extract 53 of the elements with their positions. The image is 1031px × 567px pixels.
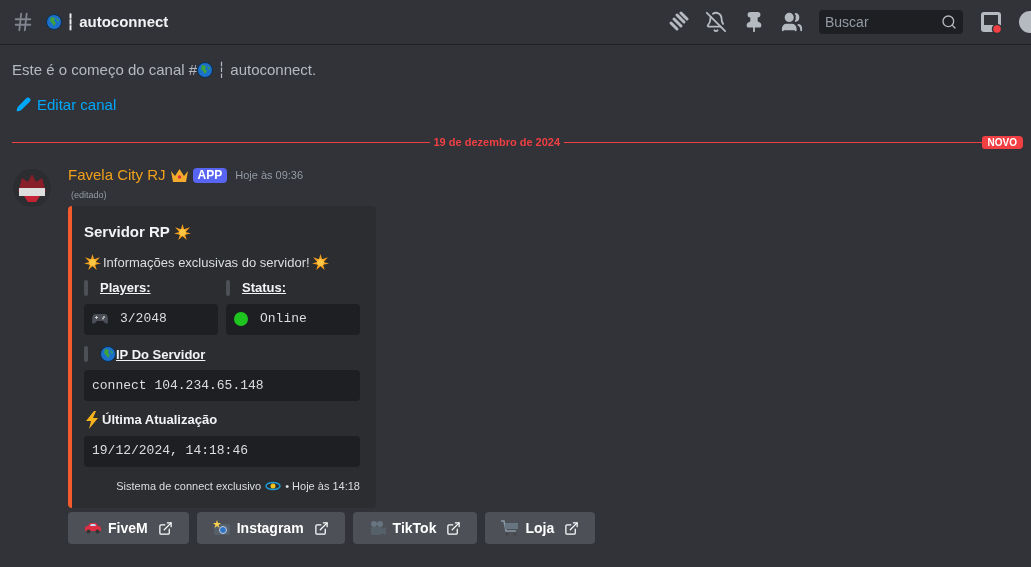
- inbox-icon[interactable]: [979, 10, 1003, 34]
- threads-icon[interactable]: [667, 11, 689, 33]
- update-value: 19/12/2024, 14:18:46: [92, 442, 249, 461]
- footer-time: • Hoje às 14:18: [285, 478, 360, 494]
- search-icon: [941, 14, 957, 30]
- field-value: Online: [260, 310, 307, 329]
- link-button[interactable]: TikTok: [352, 512, 478, 544]
- link-button[interactable]: FiveM: [68, 512, 189, 544]
- link-button[interactable]: Loja: [485, 512, 596, 544]
- intro-channel: ┆ autoconnect.: [217, 60, 317, 80]
- search-field[interactable]: Buscar: [819, 10, 963, 34]
- members-icon[interactable]: [781, 11, 803, 33]
- embed-description: Informações exclusivas do servidor!: [103, 253, 310, 272]
- crown-icon: [169, 167, 189, 183]
- car-icon: [84, 522, 102, 534]
- globe-icon: [46, 14, 62, 30]
- gamepad-icon: [92, 313, 108, 325]
- lightning-icon: [84, 410, 100, 429]
- intro-text: Este é o começo do canal #: [12, 60, 198, 80]
- author-name[interactable]: Favela City RJ: [68, 164, 166, 187]
- footer-text: Sistema de connect exclusivo: [116, 478, 262, 494]
- external-link-icon: [313, 520, 329, 536]
- app-badge: APP: [192, 167, 228, 183]
- link-button[interactable]: Instagram: [196, 512, 345, 544]
- hash-icon: [12, 11, 34, 33]
- edited-label: (editado): [71, 188, 108, 202]
- new-badge: NOVO: [981, 135, 1023, 149]
- avatar: [12, 168, 52, 208]
- field-name: Última Atualização: [102, 411, 218, 429]
- orbit-icon: [265, 479, 282, 492]
- sun-icon: [84, 253, 101, 271]
- globe-icon: [197, 62, 214, 79]
- bell-off-icon[interactable]: [705, 11, 727, 33]
- message-time: Hoje às 09:36: [235, 168, 304, 183]
- field-name: IP Do Servidor: [116, 345, 206, 364]
- pencil-icon: [16, 97, 31, 113]
- video-camera-icon: [368, 520, 387, 536]
- globe-icon: [100, 346, 116, 363]
- ip-value: connect 104.234.65.148: [92, 376, 264, 395]
- date-divider: 19 de dezembro de 2024: [432, 134, 562, 150]
- external-link-icon: [157, 520, 173, 536]
- edit-channel-link[interactable]: Editar canal: [16, 93, 117, 116]
- sun-icon: [173, 223, 191, 241]
- cart-icon: [501, 520, 520, 536]
- channel-name: ┆ autoconnect: [66, 11, 169, 33]
- camera-icon: [212, 520, 231, 536]
- field-name: Players:: [100, 279, 151, 297]
- external-link-icon: [446, 520, 462, 536]
- field-name: Status:: [242, 279, 287, 297]
- sun-icon: [311, 253, 329, 271]
- embed-title: Servidor RP: [84, 222, 170, 242]
- external-link-icon: [564, 520, 580, 536]
- field-value: 3/2048: [120, 310, 167, 329]
